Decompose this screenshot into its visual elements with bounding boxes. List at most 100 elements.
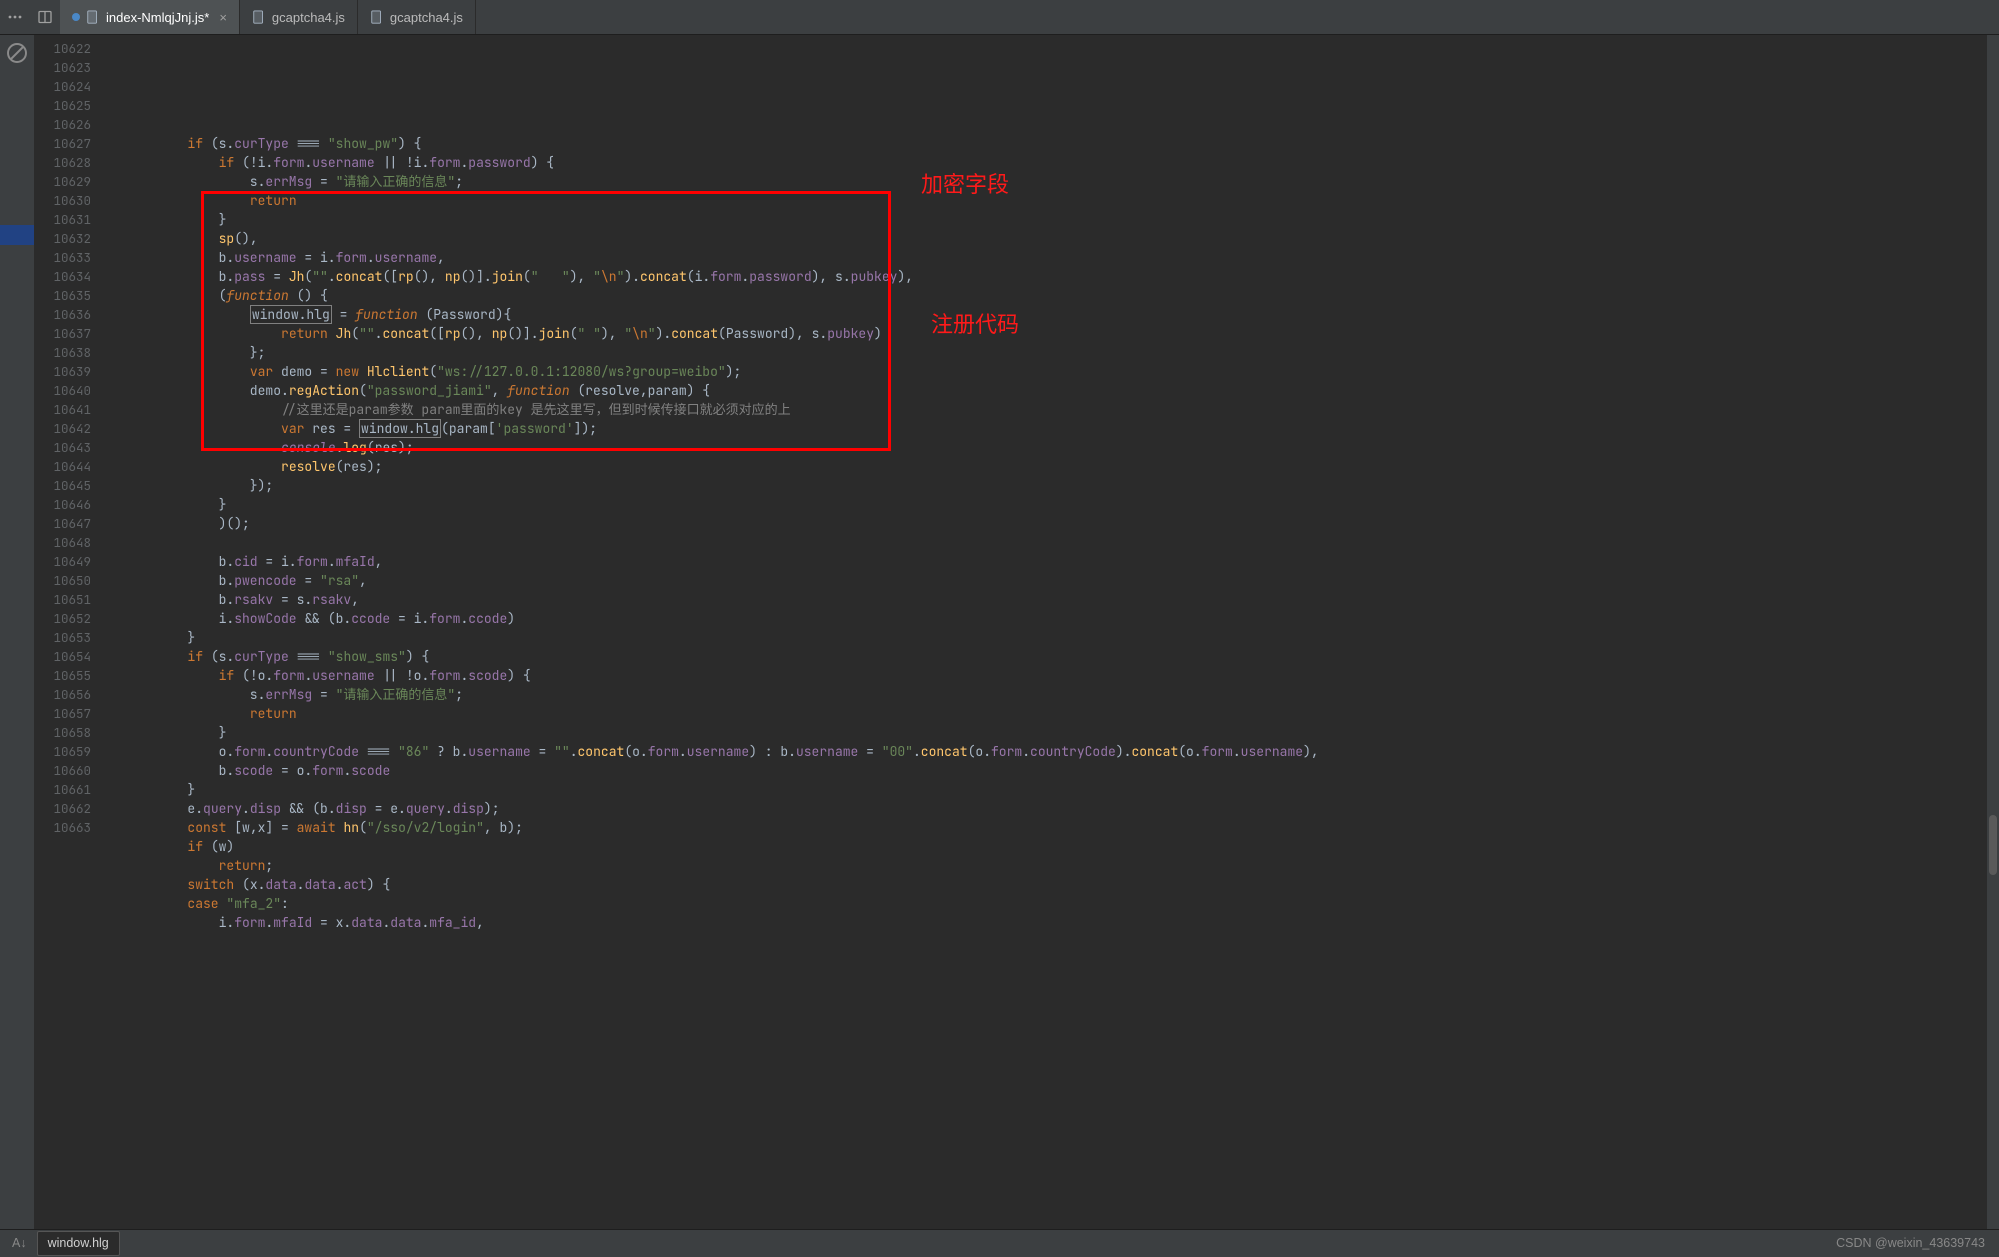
line-number: 10645 xyxy=(34,476,91,495)
code-line[interactable]: if (s.curType === "show_sms") { xyxy=(125,647,1999,666)
code-line[interactable]: } xyxy=(125,780,1999,799)
code-line[interactable]: )(); xyxy=(125,514,1999,533)
code-line[interactable]: resolve(res); xyxy=(125,457,1999,476)
line-number: 10642 xyxy=(34,419,91,438)
code-line[interactable]: case "mfa_2": xyxy=(125,894,1999,913)
line-number: 10654 xyxy=(34,647,91,666)
code-line[interactable]: }); xyxy=(125,476,1999,495)
vertical-scrollbar[interactable] xyxy=(1987,35,1999,1229)
line-number: 10660 xyxy=(34,761,91,780)
line-number: 10652 xyxy=(34,609,91,628)
code-line[interactable]: console.log(res); xyxy=(125,438,1999,457)
code-line[interactable]: s.errMsg = "请输入正确的信息"; xyxy=(125,685,1999,704)
line-number: 10630 xyxy=(34,191,91,210)
code-line[interactable]: } xyxy=(125,495,1999,514)
editor-tab-bar: index-NmlqjJnj.js* × gcaptcha4.js gcaptcha4… xyxy=(0,0,1999,35)
code-line[interactable]: o.form.countryCode === "86" ? b.username… xyxy=(125,742,1999,761)
line-number-gutter: 1062210623106241062510626106271062810629… xyxy=(34,35,99,1229)
breadcrumb[interactable]: window.hlg xyxy=(37,1231,120,1256)
error-stripe-marker xyxy=(0,225,34,245)
code-line[interactable]: b.pass = Jh("".concat([rp(), np()].join(… xyxy=(125,267,1999,286)
code-line[interactable]: var demo = new Hlclient("ws://127.0.0.1:… xyxy=(125,362,1999,381)
line-number: 10647 xyxy=(34,514,91,533)
tab-1[interactable]: gcaptcha4.js xyxy=(240,0,358,34)
fold-gutter xyxy=(99,35,121,1229)
code-line[interactable]: } xyxy=(125,210,1999,229)
tab-0[interactable]: index-NmlqjJnj.js* × xyxy=(60,0,240,34)
code-line[interactable]: b.scode = o.form.scode xyxy=(125,761,1999,780)
code-line[interactable]: sp(), xyxy=(125,229,1999,248)
line-number: 10639 xyxy=(34,362,91,381)
line-number: 10634 xyxy=(34,267,91,286)
code-area[interactable]: 加密字段 注册代码 if (s.curType === "show_pw") {… xyxy=(121,35,1999,1229)
code-line[interactable] xyxy=(125,533,1999,552)
code-line[interactable]: return xyxy=(125,191,1999,210)
close-icon[interactable]: × xyxy=(219,8,227,27)
code-line[interactable]: demo.regAction("password_jiami", functio… xyxy=(125,381,1999,400)
line-number: 10651 xyxy=(34,590,91,609)
line-number: 10643 xyxy=(34,438,91,457)
code-line[interactable]: if (s.curType === "show_pw") { xyxy=(125,134,1999,153)
code-line[interactable]: if (!o.form.username || !o.form.scode) { xyxy=(125,666,1999,685)
line-number: 10636 xyxy=(34,305,91,324)
line-number: 10650 xyxy=(34,571,91,590)
tab-2[interactable]: gcaptcha4.js xyxy=(358,0,476,34)
watermark-text: CSDN @weixin_43639743 xyxy=(1836,1234,1999,1253)
line-number: 10638 xyxy=(34,343,91,362)
code-line[interactable]: } xyxy=(125,723,1999,742)
code-line[interactable]: b.username = i.form.username, xyxy=(125,248,1999,267)
code-line[interactable]: (function () { xyxy=(125,286,1999,305)
line-number: 10662 xyxy=(34,799,91,818)
code-line[interactable]: s.errMsg = "请输入正确的信息"; xyxy=(125,172,1999,191)
line-number: 10632 xyxy=(34,229,91,248)
split-panel-button[interactable] xyxy=(30,0,60,34)
status-bar: A↓ window.hlg CSDN @weixin_43639743 xyxy=(0,1229,1999,1257)
annotation-label-register: 注册代码 xyxy=(931,315,1019,334)
code-line[interactable]: return xyxy=(125,704,1999,723)
scrollbar-thumb[interactable] xyxy=(1989,815,1997,875)
no-problems-icon[interactable] xyxy=(5,41,29,65)
code-line[interactable]: //这里还是param参数 param里面的key 是先这里写，但到时候传接口就… xyxy=(125,400,1999,419)
code-line[interactable]: const [w,x] = await hn("/sso/v2/login", … xyxy=(125,818,1999,837)
line-number: 10629 xyxy=(34,172,91,191)
code-line[interactable]: if (w) xyxy=(125,837,1999,856)
code-line[interactable]: if (!i.form.username || !i.form.password… xyxy=(125,153,1999,172)
line-number: 10631 xyxy=(34,210,91,229)
breadcrumb-icon: A↓ xyxy=(12,1234,27,1253)
code-line[interactable]: } xyxy=(125,628,1999,647)
code-line[interactable]: b.pwencode = "rsa", xyxy=(125,571,1999,590)
code-line[interactable]: switch (x.data.data.act) { xyxy=(125,875,1999,894)
line-number: 10640 xyxy=(34,381,91,400)
code-line[interactable]: i.form.mfaId = x.data.data.mfa_id, xyxy=(125,913,1999,932)
line-number: 10627 xyxy=(34,134,91,153)
tab-label: gcaptcha4.js xyxy=(390,8,463,27)
line-number: 10646 xyxy=(34,495,91,514)
line-number: 10657 xyxy=(34,704,91,723)
line-number: 10663 xyxy=(34,818,91,837)
line-number: 10658 xyxy=(34,723,91,742)
code-line[interactable]: }; xyxy=(125,343,1999,362)
line-number: 10624 xyxy=(34,77,91,96)
line-number: 10623 xyxy=(34,58,91,77)
code-line[interactable]: window.hlg = function (Password){ xyxy=(125,305,1999,324)
code-line[interactable]: e.query.disp && (b.disp = e.query.disp); xyxy=(125,799,1999,818)
modified-dot-icon xyxy=(72,13,80,21)
tabs-container: index-NmlqjJnj.js* × gcaptcha4.js gcaptcha4… xyxy=(60,0,476,34)
line-number: 10626 xyxy=(34,115,91,134)
line-number: 10656 xyxy=(34,685,91,704)
code-line[interactable]: i.showCode && (b.ccode = i.form.ccode) xyxy=(125,609,1999,628)
code-line[interactable]: return Jh("".concat([rp(), np()].join(" … xyxy=(125,324,1999,343)
line-number: 10648 xyxy=(34,533,91,552)
code-line[interactable]: b.cid = i.form.mfaId, xyxy=(125,552,1999,571)
code-line[interactable]: var res = window.hlg(param['password']); xyxy=(125,419,1999,438)
code-editor[interactable]: 1062210623106241062510626106271062810629… xyxy=(34,35,1999,1229)
tab-label: gcaptcha4.js xyxy=(272,8,345,27)
more-menu-button[interactable] xyxy=(0,0,30,34)
annotation-label-encrypt: 加密字段 xyxy=(921,175,1009,194)
code-line[interactable]: b.rsakv = s.rsakv, xyxy=(125,590,1999,609)
code-line[interactable]: return; xyxy=(125,856,1999,875)
line-number: 10661 xyxy=(34,780,91,799)
line-number: 10653 xyxy=(34,628,91,647)
tab-label: index-NmlqjJnj.js* xyxy=(106,8,209,27)
line-number: 10635 xyxy=(34,286,91,305)
